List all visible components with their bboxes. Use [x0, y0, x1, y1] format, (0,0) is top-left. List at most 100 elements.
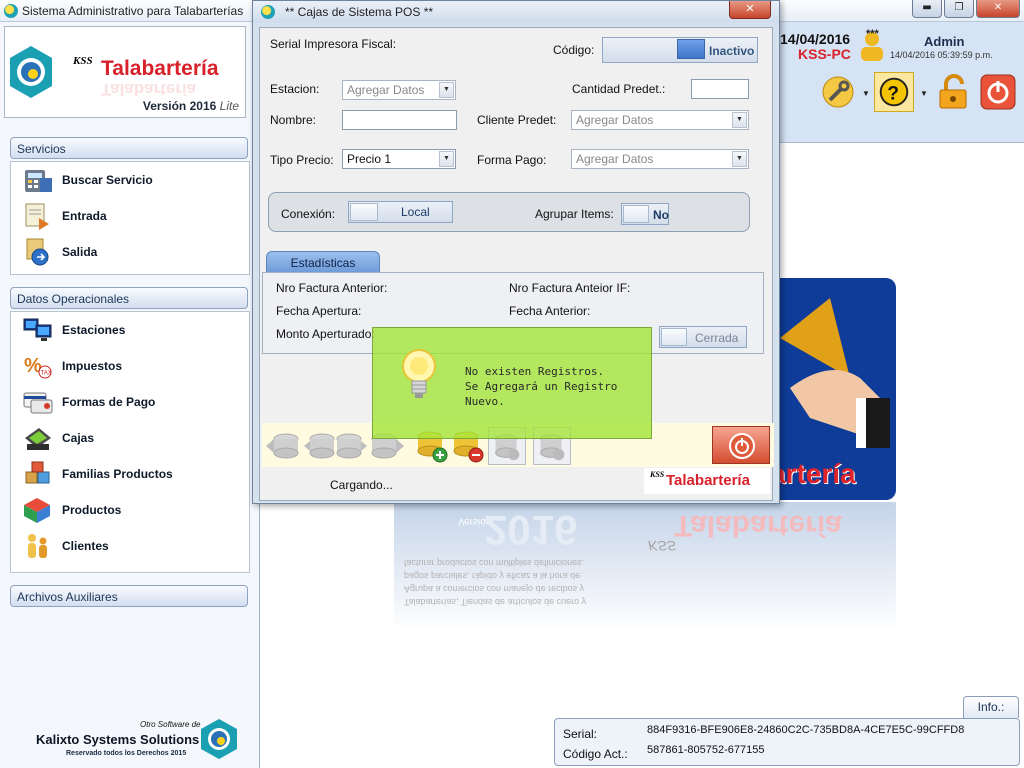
dialog-brand-kss: KSS: [650, 470, 665, 479]
section-datos-header[interactable]: Datos Operacionales: [10, 287, 248, 309]
pos-dialog-titlebar: ** Cajas de Sistema POS ** ✕: [253, 1, 779, 23]
nav-item-buscar-servicio[interactable]: Buscar Servicio: [11, 162, 249, 198]
next-record-icon[interactable]: [333, 427, 371, 465]
serial-value: 884F9316-BFE906E8-24860C2C-735BD8A-4CE7E…: [647, 724, 965, 736]
chevron-down-icon: ▼: [439, 151, 454, 167]
tipo-precio-label: Tipo Precio:: [270, 153, 334, 167]
code-label: Código Act.:: [563, 747, 628, 761]
nro-factura-anterior-label: Nro Factura Anterior:: [276, 281, 388, 295]
serial-impresora-label: Serial Impresora Fiscal:: [270, 37, 397, 51]
cash-register-icon: [25, 428, 51, 450]
unlock-icon[interactable]: [934, 72, 974, 112]
estacion-value: Agregar Datos: [347, 83, 425, 97]
logo-kss: KSS: [73, 55, 93, 67]
conexion-toggle[interactable]: Local: [348, 201, 453, 223]
codigo-toggle-label: Inactivo: [709, 44, 755, 58]
fecha-anterior-label: Fecha Anterior:: [509, 304, 591, 318]
nav-item-estaciones[interactable]: Estaciones: [11, 312, 249, 348]
nav-item-entrada[interactable]: Entrada: [11, 198, 249, 234]
nav-label: Formas de Pago: [62, 395, 156, 409]
nav-label: Salida: [62, 245, 98, 259]
chevron-down-icon: ▼: [732, 151, 747, 167]
nav-item-familias-productos[interactable]: Familias Productos: [11, 456, 249, 492]
splash-brand: artería: [770, 458, 856, 489]
document-in-icon: [25, 203, 49, 230]
header-stars: ***: [866, 28, 879, 40]
calculator-icon: [25, 170, 52, 192]
reflection-year: 2016: [484, 507, 578, 554]
tipo-precio-select[interactable]: Precio 1 ▼: [342, 149, 456, 169]
estacion-select[interactable]: Agregar Datos ▼: [342, 80, 456, 100]
toast-message: No existen Registros. Se Agregará un Reg…: [465, 365, 618, 408]
nav-label: Estaciones: [62, 323, 126, 337]
tab-estadisticas[interactable]: Estadísticas: [266, 251, 380, 273]
nav-item-cajas[interactable]: Cajas: [11, 420, 249, 456]
header-pc-name: KSS-PC: [798, 46, 851, 62]
minimize-button[interactable]: ▬: [912, 0, 942, 18]
nav-item-salida[interactable]: Salida: [11, 234, 249, 270]
app-logo-box: KSS Talabartería Talabartería Versión 20…: [4, 26, 246, 118]
forma-pago-value: Agregar Datos: [576, 152, 654, 166]
splash-reflection: Versión 2016 KSS Talabartería Talabarter…: [394, 502, 896, 630]
dialog-close-button[interactable]: ✕: [729, 1, 771, 19]
percent-icon: %TAX: [24, 355, 52, 379]
forma-pago-select[interactable]: Agregar Datos ▼: [571, 149, 749, 169]
first-record-icon[interactable]: [264, 427, 302, 465]
codigo-label: Código:: [553, 43, 595, 57]
notification-toast: No existen Registros. Se Agregará un Reg…: [372, 327, 652, 439]
estado-toggle[interactable]: Cerrada: [659, 326, 747, 348]
conexion-label: Conexión:: [281, 207, 336, 221]
cliente-value: Agregar Datos: [576, 113, 654, 127]
section-auxiliares-header[interactable]: Archivos Auxiliares: [10, 585, 248, 607]
info-tab[interactable]: Info.:: [963, 696, 1019, 718]
boxes-icon: [25, 461, 50, 484]
cliente-select[interactable]: Agregar Datos ▼: [571, 110, 749, 130]
cantidad-label: Cantidad Predet.:: [572, 82, 666, 96]
header-timestamp: 14/04/2016 05:39:59 p.m.: [890, 50, 993, 60]
nav-item-productos[interactable]: Productos: [11, 492, 249, 528]
forma-pago-label: Forma Pago:: [477, 153, 547, 167]
footer-rights: Reservado todos los Derechos 2015: [66, 750, 187, 757]
nro-factura-anterior-if-label: Nro Factura Anteior IF:: [509, 281, 631, 295]
people-icon: [28, 534, 47, 558]
help-icon[interactable]: ?: [874, 72, 914, 112]
app-logo-icon: [4, 4, 18, 18]
products-icon: [24, 498, 50, 523]
tipo-precio-value: Precio 1: [347, 152, 392, 166]
nombre-input[interactable]: [342, 110, 457, 130]
monto-aperturado-label: Monto Aperturado:: [276, 327, 375, 341]
credit-card-icon: [23, 392, 53, 414]
codigo-toggle[interactable]: Inactivo: [602, 37, 758, 63]
estado-toggle-knob: [661, 328, 687, 346]
cantidad-input[interactable]: [691, 79, 749, 99]
document-out-icon: [26, 238, 49, 266]
section-datos-list: Estaciones % TAX Impuestos Formas de Pago…: [10, 311, 250, 573]
nav-item-clientes[interactable]: Clientes: [11, 528, 249, 564]
section-servicios-header[interactable]: Servicios: [10, 137, 248, 159]
tools-dropdown-icon[interactable]: ▼: [862, 89, 870, 98]
exit-button[interactable]: [712, 426, 770, 464]
nav-item-impuestos[interactable]: % TAX Impuestos: [11, 348, 249, 384]
hand-coin-icon: [780, 298, 890, 448]
help-dropdown-icon[interactable]: ▼: [920, 89, 928, 98]
agrupar-label: Agrupar Items:: [535, 207, 614, 221]
agrupar-toggle-label: No: [653, 208, 669, 222]
maximize-button[interactable]: ❐: [944, 0, 974, 18]
dialog-brand: KSS Talabartería: [644, 468, 770, 494]
tools-icon[interactable]: [818, 72, 858, 112]
footer-company: Kalixto Systems Solutions: [36, 732, 200, 747]
nav-label: Familias Productos: [62, 467, 173, 481]
section-servicios-list: Buscar Servicio Entrada Salida: [10, 161, 250, 275]
fecha-apertura-label: Fecha Apertura:: [276, 304, 362, 318]
close-button[interactable]: ✕: [976, 0, 1020, 18]
code-value: 587861-805752-677155: [647, 744, 765, 756]
nav-item-formas-de-pago[interactable]: Formas de Pago: [11, 384, 249, 420]
kss-logo-icon: [10, 46, 52, 98]
agrupar-toggle[interactable]: No: [621, 203, 669, 225]
footer-branding: Otro Software de Kalixto Systems Solutio…: [0, 714, 260, 768]
header-date: 14/04/2016: [780, 31, 851, 47]
left-panel: KSS Talabartería Talabartería Versión 20…: [0, 22, 260, 768]
nav-label: Entrada: [62, 209, 107, 223]
power-icon[interactable]: [978, 72, 1018, 112]
power-icon: [729, 433, 755, 459]
